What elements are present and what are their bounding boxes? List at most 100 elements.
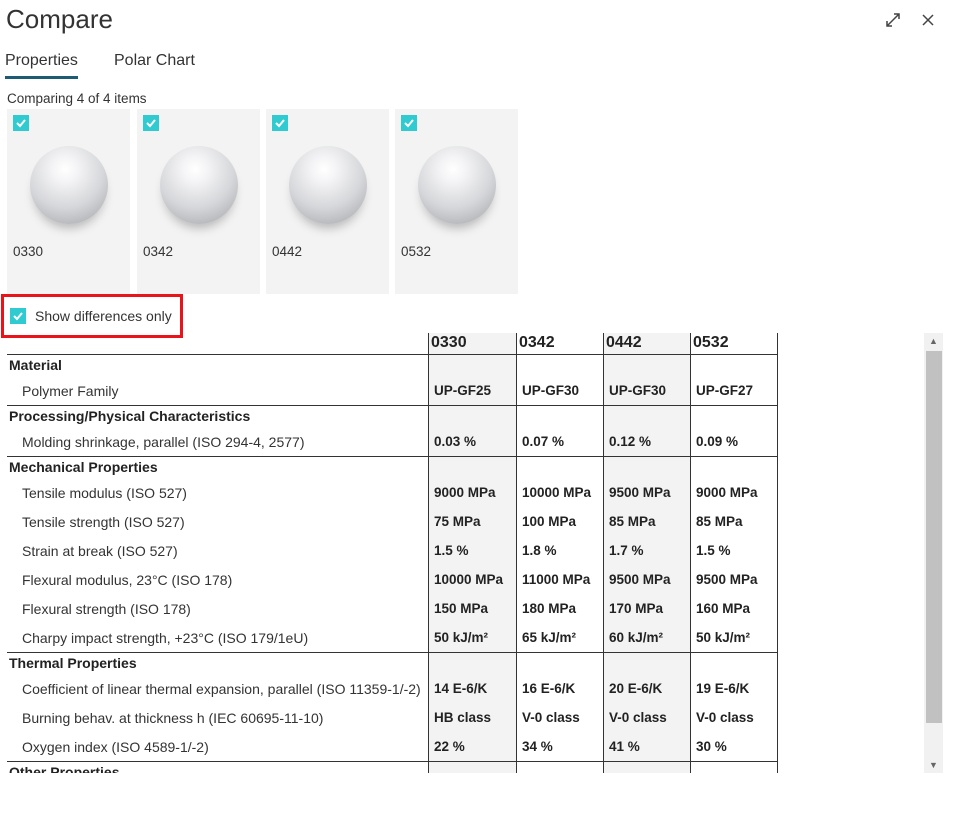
- property-name: Molding shrinkage, parallel (ISO 294-4, …: [22, 433, 305, 450]
- property-name: Oxygen index (ISO 4589-1/-2): [22, 738, 209, 755]
- property-value: V-0 class: [696, 710, 754, 725]
- property-value: 9500 MPa: [609, 572, 671, 587]
- item-label: 0532: [401, 244, 432, 259]
- property-value: UP-GF27: [696, 383, 754, 398]
- material-thumbnail: [160, 146, 238, 224]
- property-value: 85 MPa: [609, 514, 656, 529]
- show-differences-toggle[interactable]: Show differences only: [1, 294, 183, 338]
- row-divider: [7, 652, 778, 653]
- property-name: Tensile modulus (ISO 527): [22, 484, 187, 501]
- column-header: 0330: [431, 334, 467, 351]
- row-divider: [7, 354, 778, 355]
- property-value: 20 E-6/K: [609, 681, 663, 696]
- row-divider: [7, 761, 778, 762]
- property-value: 85 MPa: [696, 514, 743, 529]
- show-differences-label: Show differences only: [35, 308, 172, 324]
- property-value: 1.8 %: [522, 543, 557, 558]
- property-value: 0.03 %: [434, 434, 477, 449]
- property-name: Tensile strength (ISO 527): [22, 513, 185, 530]
- property-value: 50 kJ/m²: [434, 630, 489, 645]
- property-value: 1.5 %: [434, 543, 469, 558]
- property-value: V-0 class: [609, 710, 667, 725]
- property-value: 1.7 %: [609, 543, 644, 558]
- tab-properties[interactable]: Properties: [5, 52, 78, 79]
- expand-icon[interactable]: [883, 10, 903, 30]
- table-row: Polymer Family UP-GF25 UP-GF30 UP-GF30 UP-GF…: [7, 376, 778, 405]
- property-value: 75 MPa: [434, 514, 481, 529]
- item-card[interactable]: 0442: [266, 109, 389, 294]
- property-value: 150 MPa: [434, 601, 489, 616]
- scrollbar[interactable]: ▲ ▼: [924, 333, 943, 773]
- property-value: UP-GF30: [609, 383, 667, 398]
- property-value: 41 %: [609, 739, 640, 754]
- item-label: 0330: [13, 244, 44, 259]
- table-row: Flexural modulus, 23°C (ISO 178) 10000 MP…: [7, 565, 778, 594]
- property-value: 14 E-6/K: [434, 681, 488, 696]
- comparison-table: 0330 0342 0442 0532 Material Polymer Family U…: [7, 333, 778, 773]
- table-row: Coefficient of linear thermal expansion,…: [7, 674, 778, 703]
- property-value: UP-GF30: [522, 383, 580, 398]
- table-row: Tensile modulus (ISO 527) 9000 MPa 10000 M…: [7, 478, 778, 507]
- scroll-down-icon[interactable]: ▼: [929, 760, 938, 770]
- item-label: 0442: [272, 244, 303, 259]
- property-value: 9500 MPa: [696, 572, 758, 587]
- column-header: 0532: [693, 334, 729, 351]
- item-label: 0342: [143, 244, 174, 259]
- property-value: 19 E-6/K: [696, 681, 750, 696]
- tab-polar-chart[interactable]: Polar Chart: [114, 52, 195, 76]
- property-value: 30 %: [696, 739, 727, 754]
- property-value: 10000 MPa: [522, 485, 592, 500]
- property-value: 65 kJ/m²: [522, 630, 577, 645]
- scroll-up-icon[interactable]: ▲: [929, 336, 938, 346]
- property-name: Strain at break (ISO 527): [22, 542, 178, 559]
- property-value: 50 kJ/m²: [696, 630, 751, 645]
- item-card[interactable]: 0532: [395, 109, 518, 294]
- close-icon[interactable]: [918, 10, 938, 30]
- property-value: 9000 MPa: [434, 485, 496, 500]
- property-value: 11000 MPa: [522, 572, 591, 587]
- checkbox-checked-icon[interactable]: [10, 308, 26, 324]
- property-value: UP-GF25: [434, 383, 492, 398]
- property-value: 60 kJ/m²: [609, 630, 664, 645]
- column-header: 0342: [519, 334, 555, 351]
- property-value: 0.12 %: [609, 434, 652, 449]
- property-value: 0.09 %: [696, 434, 739, 449]
- row-divider: [7, 456, 778, 457]
- checkbox-checked-icon[interactable]: [143, 115, 159, 131]
- property-value: HB class: [434, 710, 492, 725]
- item-card[interactable]: 0330: [7, 109, 130, 294]
- property-value: 22 %: [434, 739, 465, 754]
- row-divider: [7, 405, 778, 406]
- comparing-count: Comparing 4 of 4 items: [7, 91, 147, 106]
- property-name: Flexural modulus, 23°C (ISO 178): [22, 571, 233, 588]
- checkbox-checked-icon[interactable]: [13, 115, 29, 131]
- table-row: Molding shrinkage, parallel (ISO 294-4, …: [7, 427, 778, 456]
- table-row: Strain at break (ISO 527) 1.5 % 1.8 % 1.7 %…: [7, 536, 778, 565]
- table-row: Flexural strength (ISO 178) 150 MPa 180 MP…: [7, 594, 778, 623]
- property-value: 0.07 %: [522, 434, 565, 449]
- material-thumbnail: [30, 146, 108, 224]
- property-value: 9000 MPa: [696, 485, 758, 500]
- material-thumbnail: [418, 146, 496, 224]
- property-name: Flexural strength (ISO 178): [22, 600, 191, 617]
- item-card[interactable]: 0342: [137, 109, 260, 294]
- property-value: 16 E-6/K: [522, 681, 576, 696]
- column-header: 0442: [606, 334, 642, 351]
- table-row: Charpy impact strength, +23°C (ISO 179/1…: [7, 623, 778, 652]
- property-value: 34 %: [522, 739, 553, 754]
- property-name: Burning behav. at thickness h (IEC 60695…: [22, 709, 324, 726]
- property-value: 1.5 %: [696, 543, 731, 558]
- group-header: Processing/Physical Characteristics: [9, 408, 251, 424]
- checkbox-checked-icon[interactable]: [272, 115, 288, 131]
- property-name: Charpy impact strength, +23°C (ISO 179/1…: [22, 629, 309, 646]
- group-header: Thermal Properties: [9, 655, 137, 671]
- group-header: Other Properties: [9, 764, 120, 773]
- property-value: 160 MPa: [696, 601, 751, 616]
- group-header: Material: [9, 357, 62, 373]
- scrollbar-thumb[interactable]: [926, 351, 942, 723]
- property-name: Polymer Family: [22, 382, 119, 399]
- checkbox-checked-icon[interactable]: [401, 115, 417, 131]
- table-row: Burning behav. at thickness h (IEC 60695…: [7, 703, 778, 732]
- property-value: 10000 MPa: [434, 572, 504, 587]
- property-value: 9500 MPa: [609, 485, 671, 500]
